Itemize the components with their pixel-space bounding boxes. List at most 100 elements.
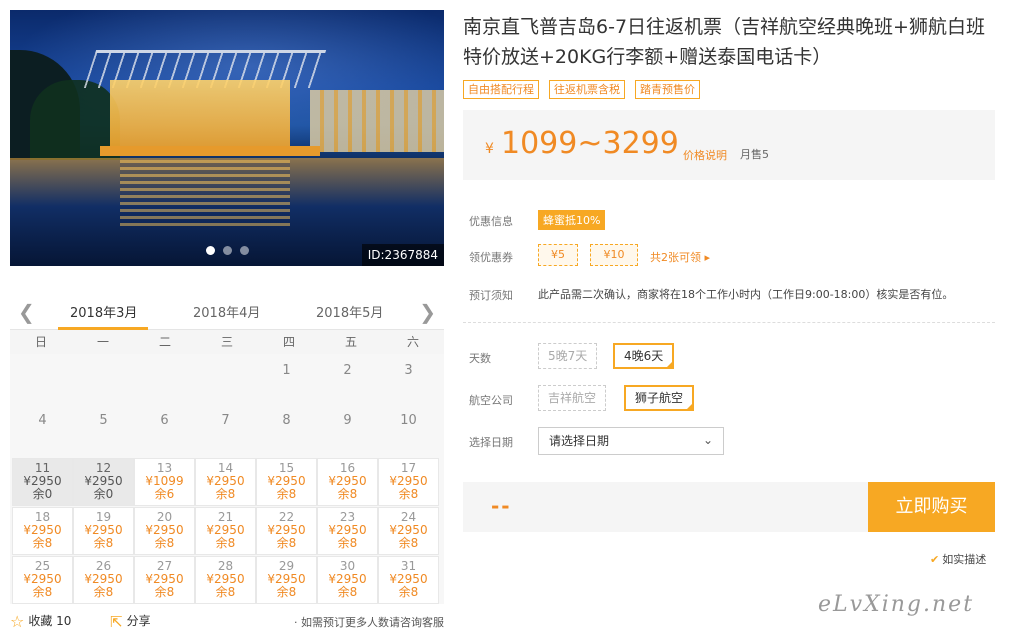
notice-label: 预订须知 <box>469 289 513 302</box>
coupon-5[interactable]: ¥5 <box>538 244 578 266</box>
calendar-price-cell[interactable]: 11 ¥2950 余0 <box>12 458 73 506</box>
cell-stock: 余8 <box>276 487 297 501</box>
calendar-price-cell[interactable]: 17 ¥2950 余8 <box>378 458 439 506</box>
coupon-more-link[interactable]: 共2张可领 ▸ <box>650 249 710 265</box>
photo-hotel <box>310 90 444 152</box>
carousel-dot-3[interactable] <box>240 246 249 255</box>
weekday-sat: 六 <box>406 335 419 349</box>
calendar-price-cell[interactable]: 29 ¥2950 余8 <box>256 556 317 604</box>
calendar-price-cell[interactable]: 14 ¥2950 余8 <box>195 458 256 506</box>
calendar-price-cell[interactable]: 31 ¥2950 余8 <box>378 556 439 604</box>
calendar-price-cell[interactable]: 30 ¥2950 余8 <box>317 556 378 604</box>
photo-reflection-lights <box>120 160 290 230</box>
cell-stock: 余8 <box>276 585 297 599</box>
calendar-price-cell[interactable]: 15 ¥2950 余8 <box>256 458 317 506</box>
product-title: 南京直飞普吉岛6-7日往返机票（吉祥航空经典晚班+狮航白班特价放送+20KG行李… <box>463 16 985 68</box>
calendar-price-cell[interactable]: 26 ¥2950 余8 <box>73 556 134 604</box>
booking-notice: 此产品需二次确认，商家将在18个工作小时内（工作日9:00-18:00）核实是否… <box>538 288 954 301</box>
price-range: 1099~3299 <box>501 126 679 161</box>
currency-symbol: ¥ <box>485 141 494 157</box>
tag-free-itinerary: 自由搭配行程 <box>463 80 539 99</box>
date-select[interactable]: 请选择日期 ⌄ <box>538 427 724 455</box>
chevron-down-icon: ⌄ <box>702 433 713 447</box>
calendar-price-cell[interactable]: 19 ¥2950 余8 <box>73 507 134 555</box>
carousel-dots[interactable] <box>206 246 249 255</box>
carousel-dot-1[interactable] <box>206 246 215 255</box>
cell-stock: 余8 <box>337 536 358 550</box>
days-option-4n6d[interactable]: 4晚6天 <box>613 343 675 369</box>
as-described-label: 如实描述 <box>942 553 987 566</box>
as-described-badge: ✔ 如实描述 <box>930 551 986 567</box>
cell-stock: 余8 <box>398 585 419 599</box>
weekday-thu: 四 <box>282 335 295 349</box>
days-label: 天数 <box>469 352 491 365</box>
photo-id-label: ID:2367884 <box>361 244 444 266</box>
coupon-10[interactable]: ¥10 <box>590 244 638 266</box>
calendar-price-cell[interactable]: 24 ¥2950 余8 <box>378 507 439 555</box>
date-select-value: 请选择日期 <box>549 434 610 448</box>
share-label: 分享 <box>126 614 151 628</box>
calendar-price-cell[interactable]: 18 ¥2950 余8 <box>12 507 73 555</box>
weekday-mon: 一 <box>96 335 109 349</box>
calendar-price-cell[interactable]: 23 ¥2950 余8 <box>317 507 378 555</box>
calendar-price-cell[interactable]: 16 ¥2950 余8 <box>317 458 378 506</box>
cell-stock: 余8 <box>398 487 419 501</box>
calendar-price-cell[interactable]: 27 ¥2950 余8 <box>134 556 195 604</box>
buy-now-button[interactable]: 立即购买 <box>868 482 995 532</box>
month-tab-march[interactable]: 2018年3月 <box>70 302 137 321</box>
calendar-price-cell[interactable]: 12 ¥2950 余0 <box>73 458 134 506</box>
check-circle-icon: ✔ <box>930 553 940 566</box>
airline-option-juneyao[interactable]: 吉祥航空 <box>538 385 607 411</box>
tag-presale: 踏青预售价 <box>635 80 700 99</box>
price-explain-link[interactable]: 价格说明 <box>683 147 727 163</box>
monthly-sales: 月售5 <box>740 148 769 161</box>
group-booking-tip[interactable]: · 如需预订更多人数请咨询客服 <box>294 614 444 630</box>
product-tags: 自由搭配行程 往返机票含税 踏青预售价 <box>463 80 700 99</box>
share-icon: ⇱ <box>110 613 123 631</box>
month-tab-may[interactable]: 2018年5月 <box>316 302 383 321</box>
cell-stock: 余8 <box>337 487 358 501</box>
cell-stock: 余8 <box>215 487 236 501</box>
weekday-sun: 日 <box>34 335 47 349</box>
calendar-price-cell[interactable]: 28 ¥2950 余8 <box>195 556 256 604</box>
carousel-dot-2[interactable] <box>223 246 232 255</box>
calendar-price-cell[interactable]: 21 ¥2950 余8 <box>195 507 256 555</box>
days-option-5n7d[interactable]: 5晚7天 <box>538 343 598 369</box>
price-box: ¥ 1099~3299 价格说明 月售5 <box>463 110 995 180</box>
prev-month-icon[interactable]: ❮ <box>18 300 35 324</box>
section-divider <box>463 322 995 323</box>
favorite-button[interactable]: ☆ 收藏 10 <box>10 612 71 631</box>
month-tab-april[interactable]: 2018年4月 <box>193 302 260 321</box>
watermark: eLvXing.net <box>818 592 975 617</box>
next-month-icon[interactable]: ❯ <box>419 300 436 324</box>
favorite-label: 收藏 10 <box>28 614 72 628</box>
cell-stock: 余8 <box>93 585 114 599</box>
calendar-grid: 1 2 3 4 5 6 7 8 9 10 11 ¥2950 余0 12 ¥2950 余0 13 ¥1099 余6 14… <box>10 354 444 604</box>
tag-tax-included: 往返机票含税 <box>549 80 625 99</box>
cell-stock: 余8 <box>93 536 114 550</box>
cell-stock: 余8 <box>215 536 236 550</box>
airline-option-lion-air[interactable]: 狮子航空 <box>624 385 695 411</box>
coupon-label: 领优惠券 <box>469 251 513 264</box>
calendar-price-cell[interactable]: 22 ¥2950 余8 <box>256 507 317 555</box>
calendar-day: 4 <box>38 413 47 428</box>
calendar-day: 2 <box>343 363 352 378</box>
calendar-day: 3 <box>404 363 413 378</box>
calendar-day: 7 <box>221 413 230 428</box>
share-button[interactable]: ⇱ 分享 <box>110 612 151 631</box>
calendar-price-cell[interactable]: 25 ¥2950 余8 <box>12 556 73 604</box>
cell-stock: 余8 <box>337 585 358 599</box>
calendar-weekday-header: 日 一 二 三 四 五 六 <box>10 330 444 354</box>
calendar-price-cell[interactable]: 13 ¥1099 余6 <box>134 458 195 506</box>
calendar-day: 5 <box>99 413 108 428</box>
calendar-day: 9 <box>343 413 352 428</box>
calendar-price-cell[interactable]: 20 ¥2950 余8 <box>134 507 195 555</box>
discount-label: 优惠信息 <box>469 215 513 228</box>
weekday-tue: 二 <box>158 335 171 349</box>
cell-stock: 余6 <box>154 487 175 501</box>
product-photo[interactable]: ID:2367884 <box>10 10 444 266</box>
photo-deck <box>100 146 320 156</box>
cell-stock: 余8 <box>32 585 53 599</box>
cell-stock: 余8 <box>215 585 236 599</box>
calendar-day: 10 <box>400 413 417 428</box>
